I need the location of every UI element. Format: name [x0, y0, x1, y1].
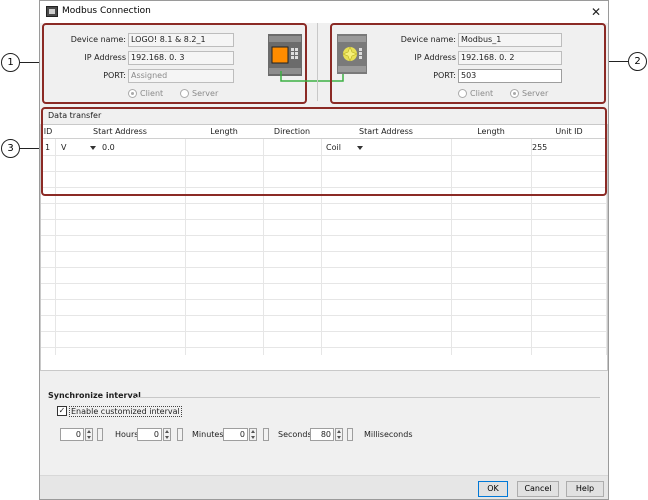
right-device-panel: Device name: Modbus_1 IP Address 192.168…: [330, 23, 606, 104]
right-client-label: Client: [470, 89, 494, 98]
data-transfer-annotation: [41, 107, 607, 196]
enable-interval-label[interactable]: Enable customized interval: [69, 406, 182, 417]
right-server-label: Server: [522, 89, 549, 98]
app-icon: [46, 6, 58, 17]
hours-stepper[interactable]: [85, 428, 93, 441]
callout-3: 3: [1, 139, 20, 158]
left-ip-label: IP Address: [84, 53, 126, 62]
ok-button[interactable]: OK: [478, 481, 508, 497]
left-port-field[interactable]: Assigned: [128, 69, 234, 83]
panel-divider: [317, 23, 318, 101]
seconds-value: 0: [239, 430, 245, 439]
left-client-label: Client: [140, 89, 164, 98]
seconds-spinner[interactable]: 0: [223, 428, 248, 441]
milliseconds-label: Milliseconds: [364, 430, 413, 439]
seconds-stepper[interactable]: [249, 428, 257, 441]
left-server-radio[interactable]: [180, 89, 189, 98]
hours-spinner[interactable]: 0: [60, 428, 84, 441]
left-device-name-label: Device name:: [70, 35, 126, 44]
close-icon[interactable]: ✕: [588, 4, 604, 20]
grid-line: [41, 219, 607, 220]
seconds-label: Seconds: [278, 430, 312, 439]
right-device-name-label: Device name:: [400, 35, 456, 44]
grid-line: [41, 299, 607, 300]
minutes-stepper[interactable]: [163, 428, 171, 441]
window-title: Modbus Connection: [62, 6, 151, 16]
left-client-radio[interactable]: [128, 89, 137, 98]
grid-line: [41, 283, 607, 284]
callout-2: 2: [628, 52, 647, 71]
grid-line: [41, 267, 607, 268]
milliseconds-stepper[interactable]: [335, 428, 343, 441]
hours-label: Hours: [115, 430, 139, 439]
right-port-label: PORT:: [433, 71, 456, 80]
seconds-slider-handle[interactable]: [263, 428, 269, 441]
left-port-label: PORT:: [103, 71, 126, 80]
enable-interval-checkbox[interactable]: ✓: [57, 406, 67, 416]
logo-plc-icon: [268, 34, 302, 76]
right-ip-label: IP Address: [414, 53, 456, 62]
grid-line: [41, 203, 607, 204]
grid-line: [41, 235, 607, 236]
title-bar[interactable]: Modbus Connection ✕: [40, 1, 608, 23]
left-device-name-field[interactable]: LOGO! 8.1 & 8.2_1: [128, 33, 234, 47]
milliseconds-spinner[interactable]: 80: [310, 428, 334, 441]
minutes-label: Minutes: [192, 430, 224, 439]
right-port-field[interactable]: 503: [458, 69, 562, 83]
minutes-value: 0: [153, 430, 159, 439]
hours-slider-handle[interactable]: [97, 428, 103, 441]
help-button[interactable]: Help: [566, 481, 604, 497]
milliseconds-slider-handle[interactable]: [347, 428, 353, 441]
grid-line: [41, 251, 607, 252]
minutes-slider-handle[interactable]: [177, 428, 183, 441]
modbus-device-icon: [337, 34, 367, 74]
right-ip-field[interactable]: 192.168. 0. 2: [458, 51, 562, 65]
grid-line: [41, 347, 607, 348]
grid-line: [41, 331, 607, 332]
right-server-radio[interactable]: [510, 89, 519, 98]
left-ip-field[interactable]: 192.168. 0. 3: [128, 51, 234, 65]
left-device-panel: Device name: LOGO! 8.1 & 8.2_1 IP Addres…: [42, 23, 307, 104]
sync-interval-title: Synchronize interval: [48, 391, 141, 400]
minutes-spinner[interactable]: 0: [137, 428, 162, 441]
right-client-radio[interactable]: [458, 89, 467, 98]
modbus-connection-dialog: Modbus Connection ✕ Device name: LOGO! 8…: [39, 0, 609, 500]
sync-title-rule: [136, 397, 600, 398]
right-device-name-field[interactable]: Modbus_1: [458, 33, 562, 47]
milliseconds-value: 80: [320, 430, 331, 439]
left-server-label: Server: [192, 89, 219, 98]
callout-1: 1: [1, 53, 20, 72]
cancel-button[interactable]: Cancel: [517, 481, 559, 497]
grid-line: [41, 315, 607, 316]
hours-value: 0: [75, 430, 81, 439]
